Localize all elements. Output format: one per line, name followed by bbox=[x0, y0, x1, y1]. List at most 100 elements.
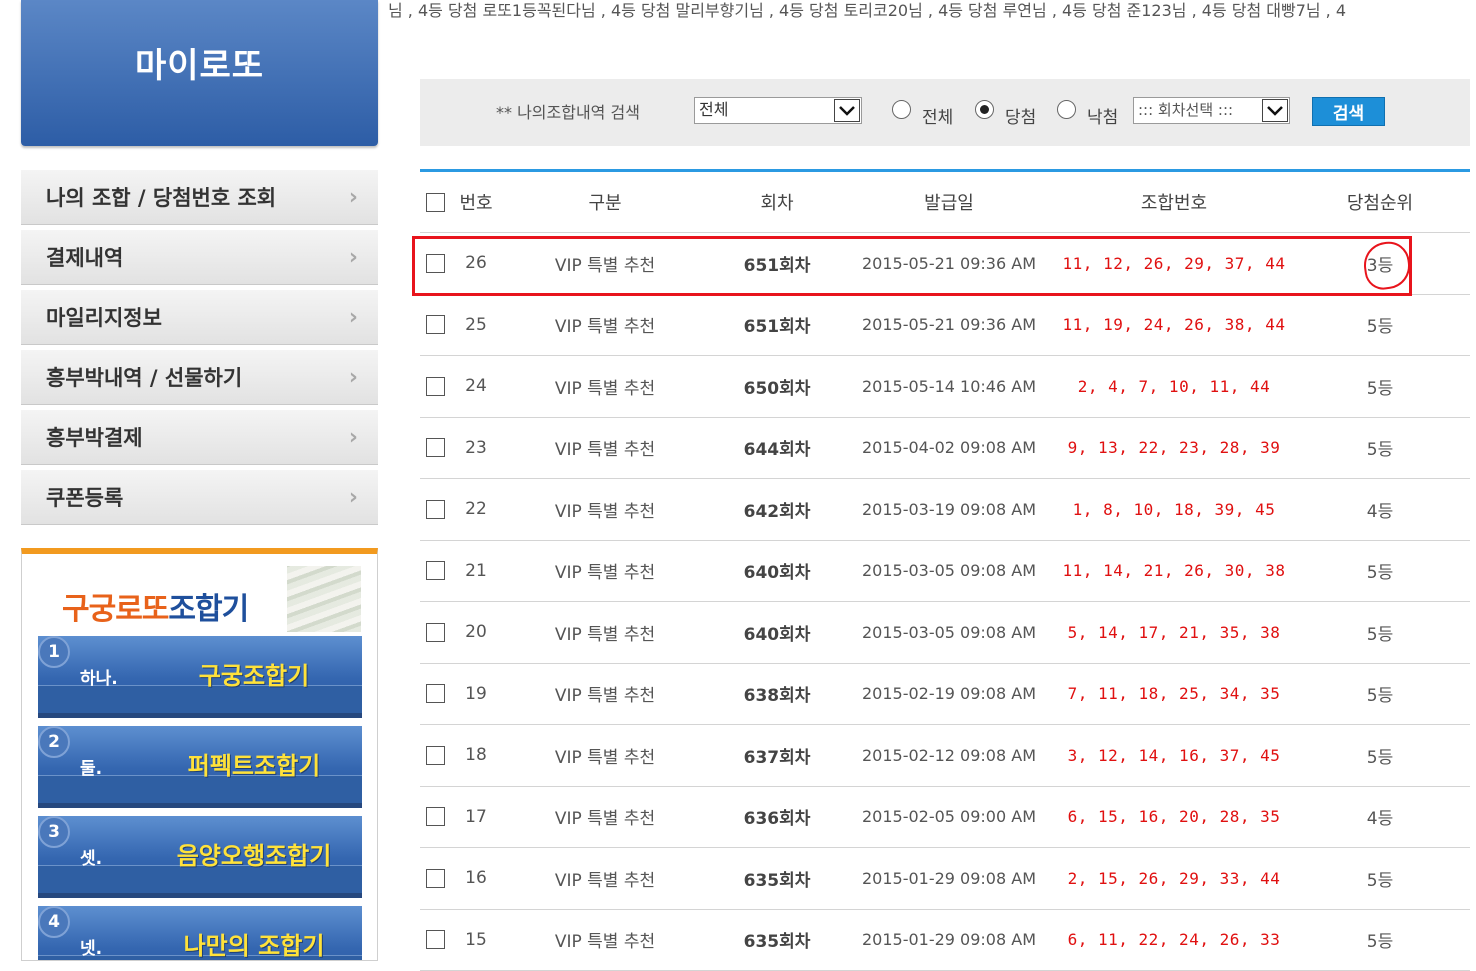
row-checkbox-cell bbox=[426, 725, 446, 786]
brand-logo[interactable]: 마이로또 bbox=[21, 0, 378, 146]
row-checkbox[interactable] bbox=[426, 254, 445, 273]
row-number: 23 bbox=[456, 418, 496, 479]
combinator-title-b: 조합기 bbox=[168, 592, 248, 627]
row-numbers: 6, 15, 16, 20, 28, 35 bbox=[1060, 787, 1288, 848]
row-checkbox[interactable] bbox=[426, 746, 445, 765]
row-numbers: 3, 12, 14, 16, 37, 45 bbox=[1060, 725, 1288, 786]
row-round: 651회차 bbox=[727, 295, 827, 356]
row-checkbox[interactable] bbox=[426, 807, 445, 826]
row-date: 2015-05-21 09:36 AM bbox=[853, 295, 1045, 356]
combinator-button-gugung[interactable]: 1 하나. 구궁조합기 bbox=[38, 636, 362, 718]
row-checkbox[interactable] bbox=[426, 438, 445, 457]
combinator-button-custom[interactable]: 4 넷. 나만의 조합기 bbox=[38, 906, 362, 961]
header-numbers: 조합번호 bbox=[1060, 172, 1288, 232]
header-rank: 당첨순위 bbox=[1325, 172, 1435, 232]
table-body: 26 VIP 특별 추천 651회차 2015-05-21 09:36 AM11, 1… bbox=[420, 233, 1470, 971]
row-checkbox[interactable] bbox=[426, 623, 445, 642]
row-checkbox[interactable] bbox=[426, 315, 445, 334]
row-type: VIP 특별 추천 bbox=[530, 848, 680, 909]
row-checkbox-cell bbox=[426, 233, 446, 294]
row-type: VIP 특별 추천 bbox=[530, 479, 680, 540]
step-ordinal: 셋. bbox=[80, 844, 102, 869]
header-round: 회차 bbox=[727, 172, 827, 232]
row-checkbox[interactable] bbox=[426, 869, 445, 888]
step-number-badge: 4 bbox=[38, 906, 70, 938]
sidebar-menu: 나의 조합 / 당첨번호 조회 › 결제내역 › 마일리지정보 › 흥부박내역 … bbox=[21, 170, 378, 530]
search-button[interactable]: 검색 bbox=[1312, 97, 1385, 126]
search-label: ** 나의조합내역 검색 bbox=[496, 99, 640, 123]
type-select[interactable]: 전체 bbox=[694, 97, 862, 124]
row-checkbox[interactable] bbox=[426, 930, 445, 949]
row-round: 638회차 bbox=[727, 664, 827, 725]
row-round: 650회차 bbox=[727, 356, 827, 417]
combination-table: 번호 구분 회차 발급일 조합번호 당첨순위 26VIP 특별 추천651회차2… bbox=[420, 169, 1470, 971]
row-checkbox-cell bbox=[426, 664, 446, 725]
chevron-down-icon[interactable] bbox=[1262, 99, 1288, 122]
row-number: 21 bbox=[456, 541, 496, 602]
select-all-checkbox[interactable] bbox=[426, 193, 445, 212]
table-header-row: 번호 구분 회차 발급일 조합번호 당첨순위 bbox=[420, 172, 1470, 233]
money-image bbox=[287, 566, 361, 632]
sidebar-item-my-combinations[interactable]: 나의 조합 / 당첨번호 조회 › bbox=[21, 170, 378, 225]
row-round: 651회차 bbox=[727, 233, 827, 294]
combinator-title-a: 구궁로또 bbox=[62, 592, 168, 627]
sidebar-item-payments[interactable]: 결제내역 › bbox=[21, 230, 378, 285]
sidebar-item-mileage[interactable]: 마일리지정보 › bbox=[21, 290, 378, 345]
row-number: 22 bbox=[456, 479, 496, 540]
row-checkbox-cell bbox=[426, 356, 446, 417]
row-numbers: 9, 13, 22, 23, 28, 39 bbox=[1060, 418, 1288, 479]
row-type: VIP 특별 추천 bbox=[530, 418, 680, 479]
row-checkbox[interactable] bbox=[426, 561, 445, 580]
row-type: VIP 특별 추천 bbox=[530, 725, 680, 786]
row-checkbox[interactable] bbox=[426, 684, 445, 703]
sidebar-item-coupon[interactable]: 쿠폰등록 › bbox=[21, 470, 378, 525]
combinator-button-yinyang[interactable]: 3 셋. 음양오행조합기 bbox=[38, 816, 362, 898]
row-round: 640회차 bbox=[727, 541, 827, 602]
sidebar-item-label: 결제내역 bbox=[46, 242, 123, 272]
table-row: 23VIP 특별 추천644회차2015-04-02 09:08 AM9, 13… bbox=[420, 418, 1470, 480]
radio-lost[interactable] bbox=[1057, 100, 1076, 119]
row-numbers: 11, 12, 26, 29, 37, 44 bbox=[1060, 233, 1288, 294]
combinator-name: 음양오행조합기 bbox=[144, 836, 364, 871]
row-checkbox-cell bbox=[426, 418, 446, 479]
row-date: 2015-05-21 09:36 AM bbox=[853, 233, 1045, 294]
table-row: 26 VIP 특별 추천 651회차 2015-05-21 09:36 AM11, 1… bbox=[420, 233, 1470, 295]
row-type: VIP 특별 추천 bbox=[530, 233, 680, 294]
chevron-right-icon: › bbox=[349, 425, 358, 450]
row-checkbox[interactable] bbox=[426, 500, 445, 519]
sidebar-item-label: 쿠폰등록 bbox=[46, 482, 123, 512]
sidebar-item-gourd-history[interactable]: 흥부박내역 / 선물하기 › bbox=[21, 350, 378, 405]
row-rank: 5등 bbox=[1325, 664, 1435, 725]
sidebar-item-gourd-payment[interactable]: 흥부박결제 › bbox=[21, 410, 378, 465]
row-numbers: 11, 19, 24, 26, 38, 44 bbox=[1060, 295, 1288, 356]
round-select-value: ::: 회차선택 ::: bbox=[1138, 101, 1233, 119]
table-row: 16VIP 특별 추천635회차2015-01-29 09:08 AM2, 15… bbox=[420, 848, 1470, 910]
row-date: 2015-01-29 09:08 AM bbox=[853, 848, 1045, 909]
row-number: 26 bbox=[456, 233, 496, 294]
step-number-badge: 2 bbox=[38, 726, 70, 758]
row-numbers: 2, 15, 26, 29, 33, 44 bbox=[1060, 848, 1288, 909]
chevron-right-icon: › bbox=[349, 365, 358, 390]
row-date: 2015-03-05 09:08 AM bbox=[853, 541, 1045, 602]
row-type: VIP 특별 추천 bbox=[530, 602, 680, 663]
table-row: 20VIP 특별 추천640회차2015-03-05 09:08 AM5, 14… bbox=[420, 602, 1470, 664]
row-checkbox-cell bbox=[426, 295, 446, 356]
row-numbers: 2, 4, 7, 10, 11, 44 bbox=[1060, 356, 1288, 417]
combinator-button-perfect[interactable]: 2 둘. 퍼펙트조합기 bbox=[38, 726, 362, 808]
row-date: 2015-03-19 09:08 AM bbox=[853, 479, 1045, 540]
chevron-down-icon[interactable] bbox=[834, 99, 860, 122]
table-row: 25VIP 특별 추천651회차2015-05-21 09:36 AM11, 1… bbox=[420, 295, 1470, 357]
sidebar-item-label: 나의 조합 / 당첨번호 조회 bbox=[46, 182, 276, 212]
search-bar: ** 나의조합내역 검색 전체 전체 당첨 낙첨 ::: 회차선택 ::: 검색 bbox=[420, 79, 1470, 146]
radio-all[interactable] bbox=[892, 100, 911, 119]
step-ordinal: 둘. bbox=[80, 754, 102, 779]
round-select[interactable]: ::: 회차선택 ::: bbox=[1133, 97, 1290, 124]
row-round: 640회차 bbox=[727, 602, 827, 663]
row-checkbox[interactable] bbox=[426, 377, 445, 396]
row-number: 17 bbox=[456, 787, 496, 848]
select-all-cell bbox=[426, 172, 446, 232]
table-row: 15VIP 특별 추천635회차2015-01-29 09:08 AM6, 11… bbox=[420, 910, 1470, 971]
row-rank: 4등 bbox=[1325, 479, 1435, 540]
radio-won[interactable] bbox=[975, 100, 994, 119]
step-ordinal: 하나. bbox=[80, 664, 118, 689]
